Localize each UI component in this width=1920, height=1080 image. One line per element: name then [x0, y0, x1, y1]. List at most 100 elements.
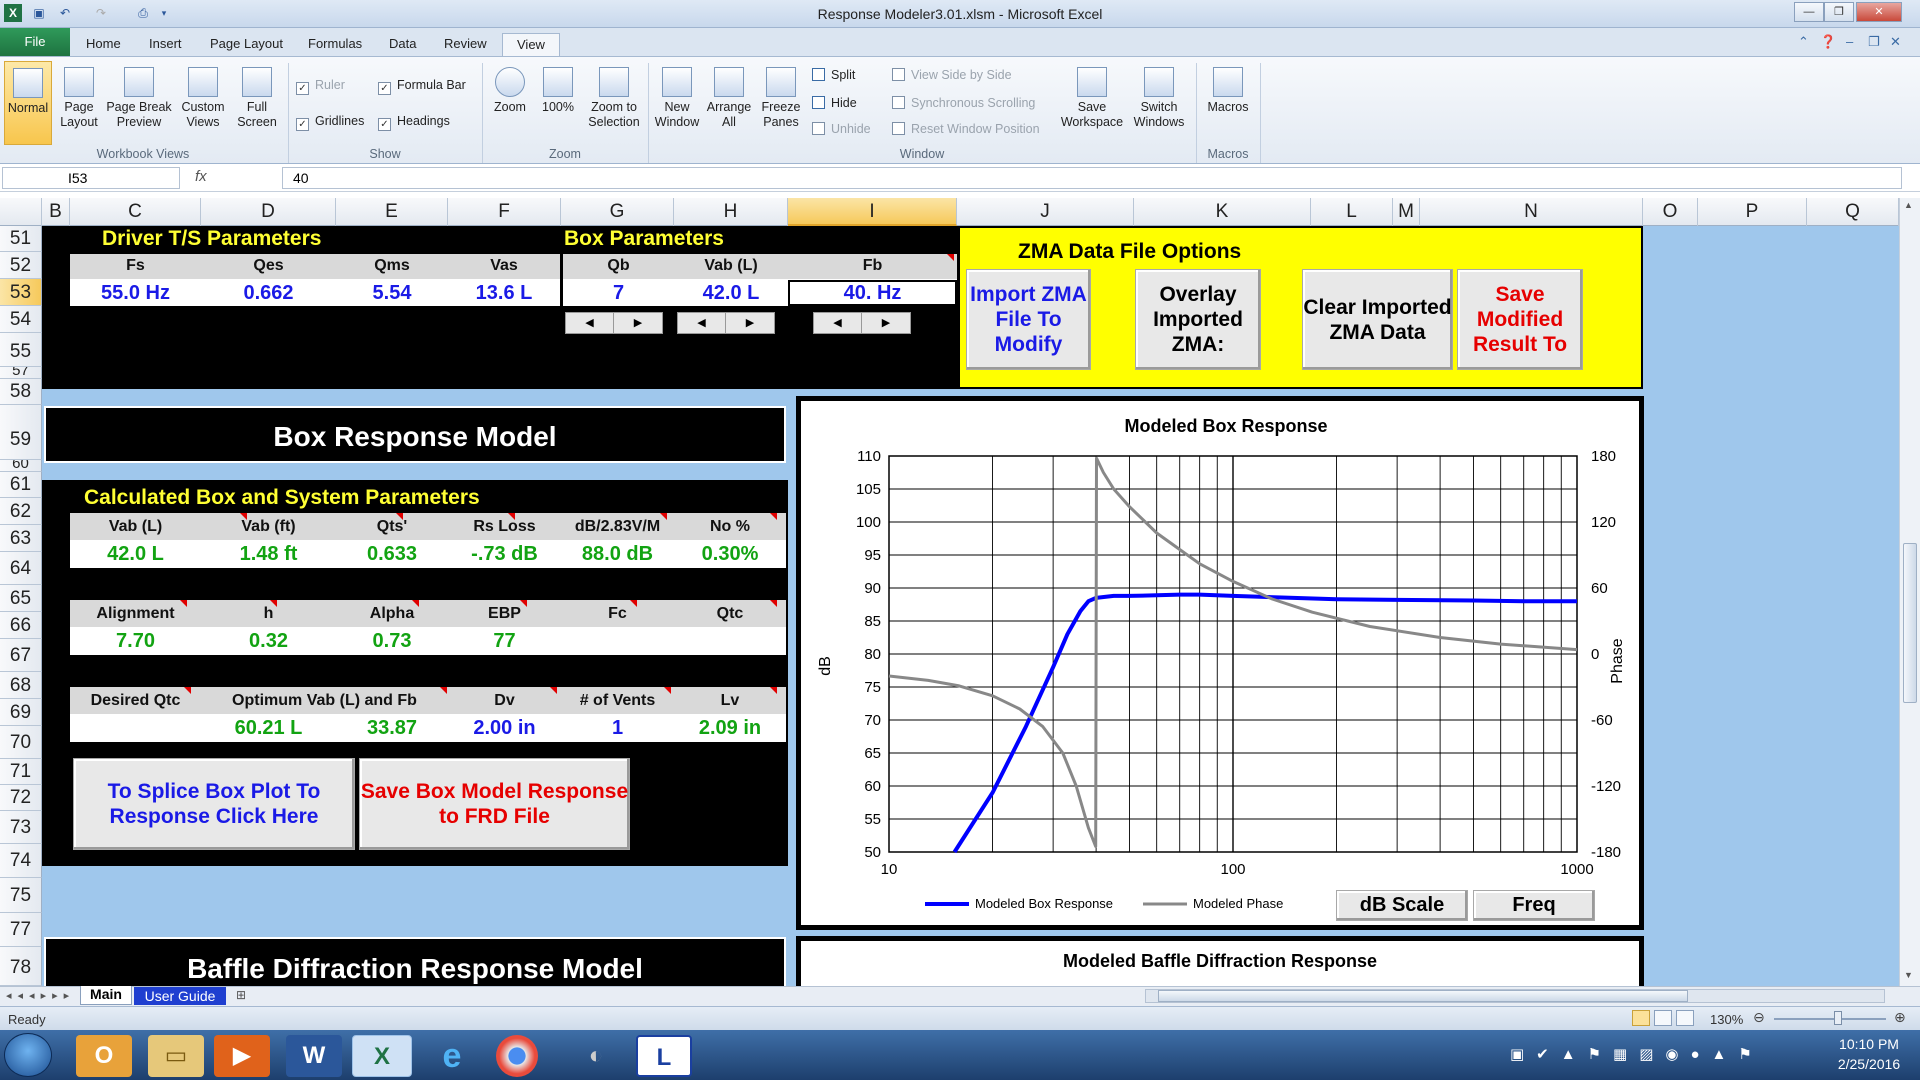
- start-button[interactable]: [4, 1033, 52, 1077]
- value-vab[interactable]: 42.0 L: [674, 282, 788, 305]
- select-all-corner[interactable]: [0, 198, 42, 226]
- row-header[interactable]: 67: [0, 639, 42, 672]
- unhide-button[interactable]: Unhide: [812, 121, 871, 137]
- sheet-nav-icons[interactable]: ◂◂◂▸▸▸: [6, 989, 75, 1002]
- value-num-vents[interactable]: 1: [561, 717, 674, 740]
- vertical-scroll-thumb[interactable]: [1903, 543, 1917, 703]
- row-header[interactable]: 77: [0, 913, 42, 947]
- zoom-to-selection-button[interactable]: Zoom to Selection: [584, 67, 644, 130]
- restore-button[interactable]: ❐: [1824, 2, 1854, 22]
- column-header[interactable]: K: [1134, 198, 1311, 226]
- column-header[interactable]: D: [201, 198, 336, 226]
- row-header-selected[interactable]: 53: [0, 279, 42, 306]
- hide-button[interactable]: Hide: [812, 95, 857, 111]
- full-screen-button[interactable]: Full Screen: [232, 67, 282, 130]
- row-header[interactable]: 68: [0, 672, 42, 699]
- column-header[interactable]: H: [674, 198, 788, 226]
- row-header[interactable]: 57: [0, 367, 42, 379]
- formula-bar-checkbox[interactable]: ✓ Formula Bar: [378, 77, 466, 95]
- column-header[interactable]: G: [561, 198, 674, 226]
- row-header[interactable]: 55: [0, 333, 42, 367]
- minimize-ribbon-icon[interactable]: ⌃: [1798, 34, 1809, 50]
- name-box[interactable]: I53: [2, 167, 180, 189]
- new-window-button[interactable]: New Window: [652, 67, 702, 130]
- zoom-button[interactable]: Zoom: [488, 67, 532, 115]
- row-header[interactable]: 65: [0, 585, 42, 612]
- tab-formulas[interactable]: Formulas: [294, 33, 376, 56]
- help-icon[interactable]: ❓: [1820, 34, 1836, 50]
- zoom-out-icon[interactable]: ⊖: [1753, 1009, 1765, 1026]
- fb-spinner[interactable]: ◀ ▶: [813, 312, 911, 334]
- box-response-chart[interactable]: Modeled Box Response 110 105 100 95 90 85 80 75…: [796, 396, 1644, 930]
- column-header[interactable]: B: [42, 198, 70, 226]
- tab-view[interactable]: View: [502, 33, 560, 56]
- normal-view-status-icon[interactable]: [1632, 1010, 1650, 1026]
- splice-box-plot-button[interactable]: To Splice Box Plot To Response Click Her…: [73, 758, 355, 850]
- tab-home[interactable]: Home: [72, 33, 135, 56]
- minimize-button[interactable]: —: [1794, 2, 1824, 22]
- explorer-taskbar-icon[interactable]: ▭: [148, 1035, 204, 1077]
- split-button[interactable]: Split: [812, 67, 855, 83]
- app-taskbar-icon[interactable]: ◐: [568, 1035, 624, 1077]
- row-header[interactable]: 59: [0, 405, 42, 460]
- zoom-slider-thumb[interactable]: [1834, 1011, 1842, 1025]
- value-qb[interactable]: 7: [563, 282, 674, 305]
- column-header[interactable]: J: [957, 198, 1134, 226]
- excel-taskbar-icon[interactable]: X: [352, 1035, 412, 1077]
- import-zma-button[interactable]: Import ZMA File To Modify: [966, 269, 1091, 370]
- column-header[interactable]: F: [448, 198, 561, 226]
- column-header[interactable]: M: [1393, 198, 1420, 226]
- reset-window-position-button[interactable]: Reset Window Position: [892, 121, 1040, 137]
- vab-spinner[interactable]: ◀ ▶: [677, 312, 775, 334]
- value-vas[interactable]: 13.6 L: [448, 282, 560, 305]
- row-header[interactable]: 52: [0, 252, 42, 279]
- custom-views-button[interactable]: Custom Views: [178, 67, 228, 130]
- column-header[interactable]: P: [1698, 198, 1807, 226]
- spin-right-icon[interactable]: ▶: [614, 313, 662, 333]
- save-modified-button[interactable]: Save Modified Result To: [1457, 269, 1583, 370]
- view-side-by-side-button[interactable]: View Side by Side: [892, 67, 1012, 83]
- row-header[interactable]: 75: [0, 878, 42, 913]
- row-header[interactable]: 74: [0, 844, 42, 878]
- wb-restore-icon[interactable]: ❐: [1868, 34, 1880, 50]
- column-header[interactable]: E: [336, 198, 448, 226]
- row-header[interactable]: 66: [0, 612, 42, 639]
- page-break-status-icon[interactable]: [1676, 1010, 1694, 1026]
- macros-button[interactable]: Macros: [1202, 67, 1254, 115]
- insert-function-icon[interactable]: fx: [195, 168, 207, 185]
- wb-close-icon[interactable]: ✕: [1890, 34, 1901, 50]
- freq-button[interactable]: Freq: [1473, 890, 1595, 921]
- page-layout-view-button[interactable]: Page Layout: [56, 67, 102, 130]
- row-header[interactable]: 73: [0, 811, 42, 844]
- internet-explorer-taskbar-icon[interactable]: e: [424, 1035, 480, 1077]
- page-layout-status-icon[interactable]: [1654, 1010, 1672, 1026]
- row-header[interactable]: 61: [0, 472, 42, 498]
- spin-left-icon[interactable]: ◀: [678, 313, 726, 333]
- vertical-scrollbar[interactable]: ▲ ▼: [1899, 198, 1920, 986]
- gridlines-checkbox[interactable]: ✓ Gridlines: [296, 113, 364, 131]
- tab-insert[interactable]: Insert: [135, 33, 196, 56]
- qb-spinner[interactable]: ◀ ▶: [565, 312, 663, 334]
- close-button[interactable]: ✕: [1856, 2, 1902, 22]
- value-qms[interactable]: 5.54: [336, 282, 448, 305]
- row-header[interactable]: 60: [0, 460, 42, 472]
- value-fs[interactable]: 55.0 Hz: [70, 282, 201, 305]
- chrome-taskbar-icon[interactable]: [496, 1035, 538, 1077]
- row-header[interactable]: 71: [0, 759, 42, 785]
- zoom-100-button[interactable]: 100%: [536, 67, 580, 115]
- scroll-down-icon[interactable]: ▼: [1904, 970, 1913, 980]
- insert-sheet-icon[interactable]: ⊞: [236, 988, 246, 1002]
- column-header[interactable]: Q: [1807, 198, 1899, 226]
- row-header[interactable]: 64: [0, 552, 42, 585]
- row-header[interactable]: 69: [0, 699, 42, 726]
- row-header[interactable]: 62: [0, 498, 42, 525]
- save-workspace-button[interactable]: Save Workspace: [1060, 67, 1124, 130]
- spin-left-icon[interactable]: ◀: [566, 313, 614, 333]
- arrange-all-button[interactable]: Arrange All: [704, 67, 754, 130]
- sheet-tab-main[interactable]: Main: [80, 986, 132, 1005]
- zoom-level[interactable]: 130%: [1710, 1012, 1743, 1027]
- wb-minimize-icon[interactable]: –: [1846, 34, 1853, 49]
- zoom-in-icon[interactable]: ⊕: [1894, 1009, 1906, 1026]
- switch-windows-button[interactable]: Switch Windows: [1128, 67, 1190, 130]
- system-tray-icons[interactable]: ▣✔▲⚑▦▨◉●▲⚑: [1510, 1045, 1764, 1063]
